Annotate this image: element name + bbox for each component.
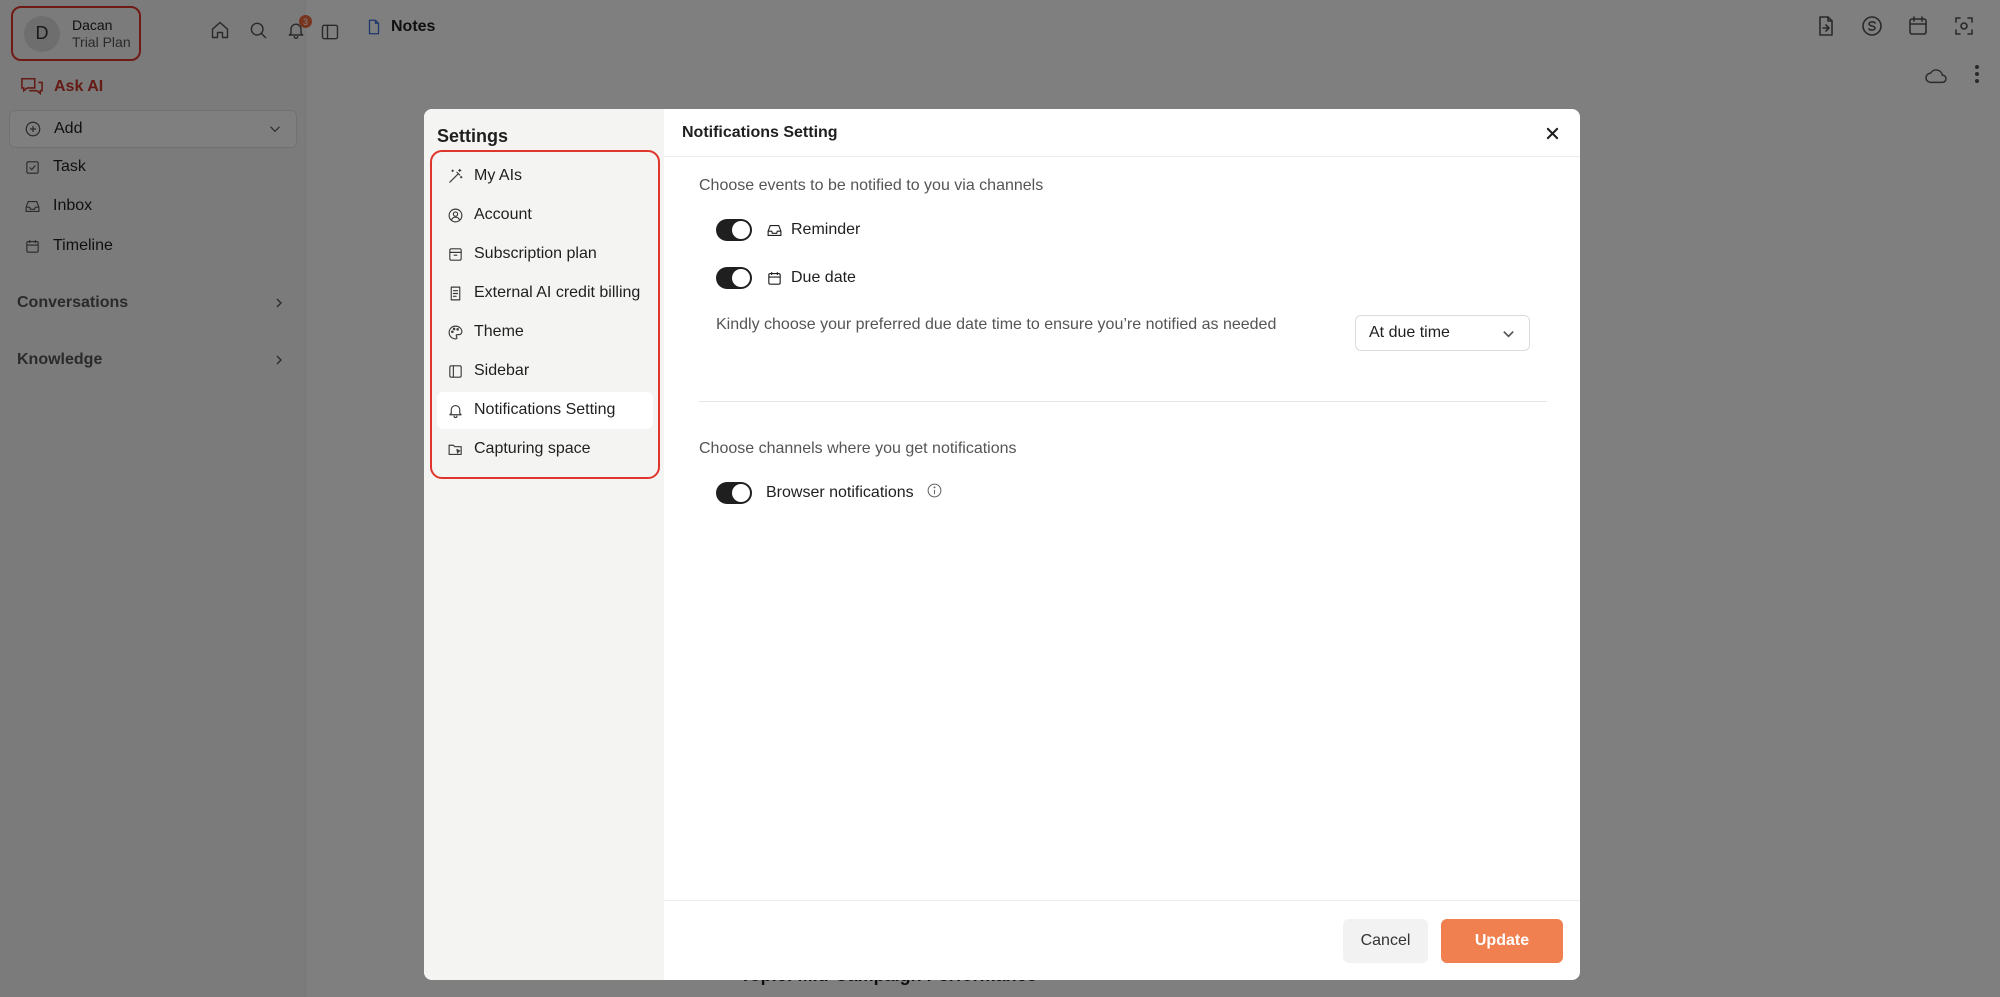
settings-modal: Settings My AIs Account Subscription pla… (424, 109, 1580, 980)
reminder-toggle[interactable] (716, 219, 752, 241)
bell-icon (449, 404, 462, 418)
close-button[interactable] (1542, 123, 1562, 143)
settings-menu: My AIs Account Subscription plan Externa… (430, 150, 660, 479)
due-date-toggle[interactable] (716, 267, 752, 289)
header-divider (664, 156, 1580, 157)
chevron-down-icon (1503, 331, 1514, 338)
settings-item-sidebar[interactable]: Sidebar (437, 353, 653, 391)
archive-icon (449, 248, 462, 261)
due-date-row: Due date (716, 267, 856, 289)
browser-notifications-toggle[interactable] (716, 482, 752, 504)
browser-notifications-label: Browser notifications (766, 484, 914, 501)
close-icon (1546, 127, 1558, 139)
cancel-button[interactable]: Cancel (1343, 919, 1428, 963)
palette-icon (448, 325, 463, 340)
settings-item-account[interactable]: Account (437, 197, 653, 235)
settings-item-theme[interactable]: Theme (437, 314, 653, 352)
browser-notifications-row: Browser notifications (716, 482, 943, 504)
info-icon[interactable] (926, 482, 943, 504)
due-time-select[interactable]: At due time (1355, 315, 1530, 351)
settings-item-capturing-space[interactable]: Capturing space (437, 431, 653, 469)
section-divider (699, 401, 1547, 402)
footer-divider (664, 900, 1580, 901)
folder-capture-icon (448, 444, 462, 455)
channels-section-label: Choose channels where you get notificati… (699, 440, 1017, 457)
receipt-icon (450, 286, 461, 301)
settings-item-notifications[interactable]: Notifications Setting (437, 391, 653, 429)
settings-title: Settings (437, 126, 509, 146)
reminder-label: Reminder (791, 221, 861, 238)
update-button[interactable]: Update (1441, 919, 1563, 963)
events-section-label: Choose events to be notified to you via … (699, 177, 1044, 194)
user-circle-icon (448, 208, 463, 223)
panel-title: Notifications Setting (682, 124, 838, 141)
settings-nav: Settings My AIs Account Subscription pla… (424, 109, 664, 980)
reminder-row: Reminder (716, 219, 860, 241)
sidebar-icon (449, 365, 462, 378)
due-date-help-text: Kindly choose your preferred due date ti… (716, 316, 1277, 333)
settings-item-subscription-plan[interactable]: Subscription plan (437, 236, 653, 274)
wand-icon (449, 168, 463, 183)
settings-item-my-ais[interactable]: My AIs (437, 158, 653, 196)
due-date-label: Due date (791, 269, 856, 286)
inbox-icon (767, 224, 782, 236)
notifications-panel: Notifications Setting Choose events to b… (664, 109, 1580, 980)
settings-item-external-ai-billing[interactable]: External AI credit billing (437, 275, 653, 313)
calendar-icon (768, 271, 781, 285)
